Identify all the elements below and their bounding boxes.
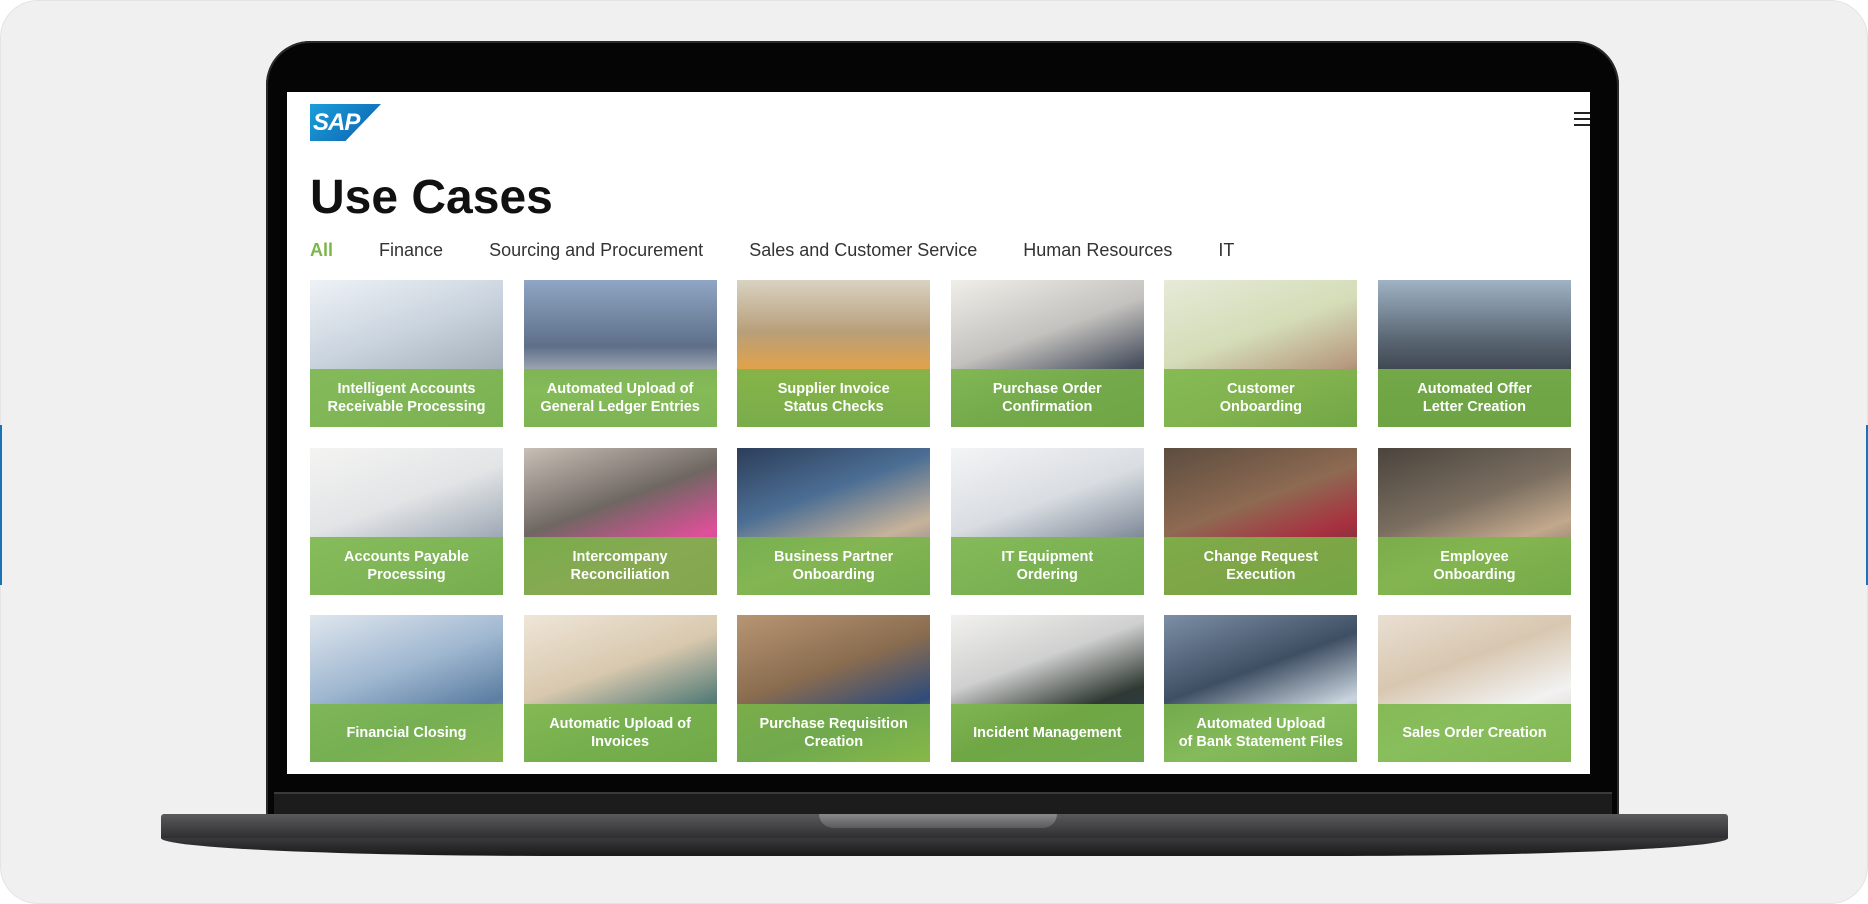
- card-caption-band: Customer Onboarding: [1164, 369, 1358, 427]
- card-label: Sales Order Creation: [1402, 725, 1547, 741]
- use-case-card[interactable]: Purchase Requisition Creation: [737, 615, 931, 762]
- use-case-card[interactable]: Intercompany Reconciliation: [523, 447, 717, 595]
- use-case-card[interactable]: Accounts Payable Processing: [310, 447, 503, 595]
- card-label: Customer Onboarding: [1219, 381, 1302, 415]
- device-mockup-background: SAP Use Cases All Finance Sourcing and P…: [0, 0, 1868, 904]
- card-caption-band: Automated Offer Letter Creation: [1377, 369, 1571, 427]
- use-case-card[interactable]: Change Request Execution: [1164, 447, 1358, 595]
- card-label: Intelligent Accounts Receivable Processi…: [327, 381, 486, 415]
- use-case-card[interactable]: Automated Offer Letter Creation: [1377, 280, 1571, 427]
- card-label: Supplier Invoice Status Checks: [777, 381, 890, 415]
- card-caption-band: Business Partner Onboarding: [737, 536, 931, 595]
- card-caption-band: Supplier Invoice Status Checks: [737, 369, 931, 427]
- use-case-card[interactable]: Business Partner Onboarding: [737, 447, 931, 595]
- laptop-base-bottom: [161, 838, 1728, 856]
- card-caption-band: Accounts Payable Processing: [310, 536, 503, 595]
- card-label: Financial Closing: [346, 725, 467, 741]
- use-case-card[interactable]: Supplier Invoice Status Checks: [737, 280, 931, 427]
- use-case-card[interactable]: Purchase Order Confirmation: [950, 280, 1144, 427]
- card-label: Automated Upload of Bank Statement Files: [1178, 716, 1344, 750]
- card-label: Automatic Upload of Invoices: [549, 716, 691, 750]
- use-case-card[interactable]: Intelligent Accounts Receivable Processi…: [310, 280, 503, 427]
- use-case-card[interactable]: Sales Order Creation: [1377, 615, 1571, 762]
- card-caption-band: Automatic Upload of Invoices: [523, 704, 717, 762]
- card-label: Accounts Payable Processing: [344, 548, 469, 583]
- tab-human-resources[interactable]: Human Resources: [1023, 240, 1172, 261]
- use-case-card[interactable]: Financial Closing: [310, 615, 503, 762]
- card-caption-band: Sales Order Creation: [1377, 704, 1571, 762]
- use-case-grid: Intelligent Accounts Receivable Processi…: [310, 280, 1571, 762]
- card-caption-band: IT Equipment Ordering: [950, 536, 1144, 595]
- tab-sales-and-customer-service[interactable]: Sales and Customer Service: [749, 240, 977, 261]
- card-caption-band: Change Request Execution: [1164, 536, 1358, 595]
- card-label: Automated Upload of General Ledger Entri…: [540, 381, 700, 415]
- use-case-card[interactable]: Automated Upload of General Ledger Entri…: [523, 280, 717, 427]
- card-label: IT Equipment Ordering: [1001, 548, 1094, 583]
- card-caption-band: Purchase Order Confirmation: [950, 369, 1144, 427]
- tab-finance[interactable]: Finance: [379, 240, 443, 261]
- card-caption-band: Financial Closing: [310, 704, 503, 762]
- use-case-card[interactable]: Automatic Upload of Invoices: [523, 615, 717, 762]
- card-caption-band: Intercompany Reconciliation: [523, 536, 717, 595]
- card-caption-band: Automated Upload of Bank Statement Files: [1164, 704, 1358, 762]
- card-caption-band: Incident Management: [950, 704, 1144, 762]
- page-title: Use Cases: [310, 171, 553, 224]
- card-label: Intercompany Reconciliation: [570, 548, 670, 583]
- edge-accent-left: [0, 425, 2, 585]
- card-caption-band: Purchase Requisition Creation: [737, 704, 931, 762]
- use-case-card[interactable]: Automated Upload of Bank Statement Files: [1164, 615, 1358, 762]
- laptop-notch: [819, 814, 1057, 828]
- card-label: Business Partner Onboarding: [774, 548, 894, 583]
- card-label: Incident Management: [973, 725, 1122, 741]
- card-label: Automated Offer Letter Creation: [1417, 381, 1532, 415]
- use-case-card[interactable]: Incident Management: [950, 615, 1144, 762]
- tab-it[interactable]: IT: [1218, 240, 1234, 261]
- card-caption-band: Intelligent Accounts Receivable Processi…: [310, 369, 503, 427]
- card-label: Change Request Execution: [1203, 548, 1319, 583]
- logo-text: SAP: [313, 109, 360, 136]
- use-case-card[interactable]: Employee Onboarding: [1377, 447, 1571, 595]
- laptop-screen: SAP Use Cases All Finance Sourcing and P…: [287, 92, 1590, 774]
- hamburger-menu-icon[interactable]: [1574, 112, 1590, 128]
- use-case-card[interactable]: IT Equipment Ordering: [950, 447, 1144, 595]
- tab-sourcing-and-procurement[interactable]: Sourcing and Procurement: [489, 240, 703, 261]
- card-label: Purchase Order Confirmation: [992, 381, 1102, 415]
- card-label: Purchase Requisition Creation: [759, 716, 908, 750]
- sap-logo[interactable]: SAP: [310, 104, 381, 141]
- tab-all[interactable]: All: [310, 240, 333, 261]
- card-caption-band: Automated Upload of General Ledger Entri…: [523, 369, 717, 427]
- category-tabs: All Finance Sourcing and Procurement Sal…: [310, 240, 1280, 261]
- use-case-card[interactable]: Customer Onboarding: [1164, 280, 1358, 427]
- card-label: Employee Onboarding: [1433, 548, 1516, 583]
- card-caption-band: Employee Onboarding: [1377, 536, 1571, 595]
- laptop-hinge: [274, 792, 1612, 816]
